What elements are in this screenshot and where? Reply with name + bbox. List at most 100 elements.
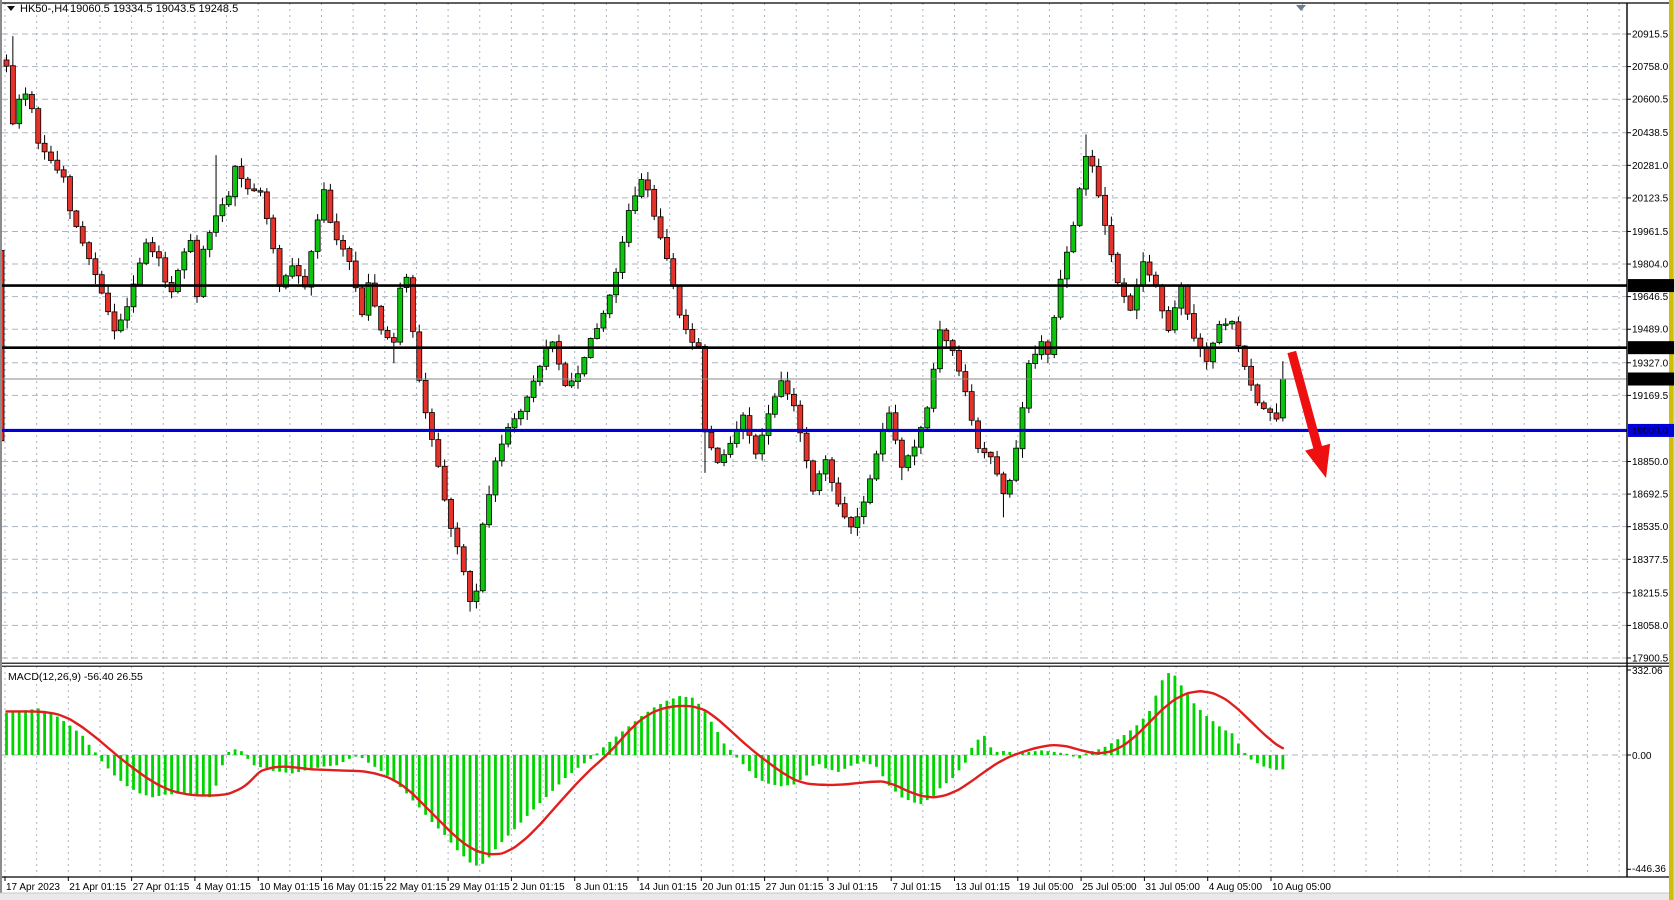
candle-bull	[1064, 252, 1069, 279]
status-strip	[0, 893, 1675, 900]
candle-bull	[398, 288, 403, 342]
price-tick-label: 20758.0	[1632, 62, 1669, 73]
candle-bull	[887, 413, 892, 431]
time-tick-label: 17 Apr 2023	[6, 882, 60, 893]
macd-histogram-bar	[881, 755, 884, 776]
macd-histogram-bar	[183, 755, 186, 793]
macd-histogram-bar	[532, 755, 535, 810]
candle-bull	[722, 455, 727, 463]
time-tick-label: 31 Jul 05:00	[1145, 882, 1200, 893]
price-badge-label: 19000.0	[1632, 426, 1669, 437]
macd-histogram-bar	[1053, 752, 1056, 755]
candle-bear	[4, 60, 9, 66]
macd-histogram-bar	[951, 755, 954, 778]
macd-histogram-bar	[132, 755, 135, 790]
macd-histogram-bar	[151, 755, 154, 797]
candle-bull	[1077, 189, 1082, 225]
macd-histogram-bar	[386, 755, 389, 776]
candle-bear	[1249, 366, 1254, 385]
macd-histogram-bar	[1186, 695, 1189, 755]
candle-bull	[125, 307, 130, 320]
candle-bull	[1172, 308, 1177, 330]
candle-bull	[626, 211, 631, 243]
macd-histogram-bar	[450, 755, 453, 843]
mt4-chart-window: 20915.520758.020600.520438.520281.020123…	[0, 0, 1675, 900]
candle-bear	[1128, 296, 1133, 310]
time-tick-label: 20 Jun 01:15	[702, 882, 760, 893]
macd-histogram-bar	[1167, 673, 1170, 755]
macd-axis-min: -446.36	[1632, 864, 1666, 875]
candle-bear	[1147, 262, 1152, 275]
candle-bear	[747, 416, 752, 436]
candle-bear	[385, 330, 390, 337]
candle-bull	[614, 272, 619, 294]
candle-bull	[207, 233, 212, 250]
candle-bear	[1236, 322, 1241, 346]
candle-bear	[1255, 385, 1260, 403]
macd-histogram-bar	[526, 755, 529, 816]
candle-bear	[1115, 254, 1120, 282]
candle-bear	[1001, 474, 1006, 494]
quote-line: HK50-,H4 19060.5 19334.5 19043.5 19248.5	[7, 3, 238, 15]
macd-histogram-bar	[558, 755, 561, 784]
candle-bear	[417, 332, 422, 380]
candle-bear	[563, 364, 568, 386]
macd-histogram-bar	[56, 717, 59, 755]
candle-bear	[753, 436, 758, 454]
candle-bear	[442, 466, 447, 500]
candle-bull	[499, 444, 504, 461]
macd-histogram-bar	[380, 755, 383, 771]
candle-bear	[239, 166, 244, 178]
candle-bull	[1230, 322, 1235, 324]
candle-bear	[810, 461, 815, 491]
macd-histogram-bar	[862, 755, 865, 762]
candle-bear	[245, 179, 250, 189]
candle-bear	[277, 249, 282, 287]
macd-histogram-bar	[805, 755, 808, 775]
macd-histogram-bar	[443, 755, 446, 835]
chart-canvas[interactable]: 20915.520758.020600.520438.520281.020123…	[0, 0, 1675, 900]
candle-bull	[1014, 448, 1019, 480]
candle-bull	[582, 358, 587, 374]
candle-bull	[182, 252, 187, 270]
candle-bull	[315, 220, 320, 251]
symbol-dropdown-triangle-icon[interactable]	[7, 6, 15, 11]
candle-bear	[455, 528, 460, 547]
candle-bear	[353, 261, 358, 288]
macd-histogram-bar	[265, 755, 268, 769]
arrow-head[interactable]	[1305, 444, 1330, 478]
candle-bear	[296, 265, 301, 275]
candle-bear	[80, 227, 85, 243]
candle-bull	[1052, 318, 1057, 355]
candle-bear	[334, 222, 339, 240]
macd-histogram-bar	[1148, 711, 1151, 755]
candle-bear	[791, 394, 796, 405]
macd-histogram-bar	[335, 755, 338, 765]
macd-histogram-bar	[177, 755, 180, 794]
candle-bear	[798, 405, 803, 433]
macd-histogram-bar	[5, 713, 8, 755]
macd-histogram-bar	[354, 755, 357, 757]
candle-bear	[264, 192, 269, 219]
candle-bear	[988, 452, 993, 457]
macd-histogram-bar	[824, 755, 827, 768]
candle-bear	[893, 413, 898, 440]
macd-histogram-bar	[596, 753, 599, 755]
candle-bull	[861, 502, 866, 517]
macd-histogram-bar	[602, 747, 605, 755]
time-tick-label: 10 Aug 05:00	[1272, 882, 1331, 893]
candles[interactable]	[0, 36, 1285, 611]
horizontal-level-lines[interactable]	[2, 286, 1627, 431]
arrow-shaft[interactable]	[1292, 352, 1320, 456]
candle-bull	[175, 270, 180, 291]
candle-bull	[1007, 480, 1012, 494]
macd-histogram-bar	[500, 755, 503, 842]
candle-bear	[703, 346, 708, 431]
candle-bear	[995, 457, 1000, 474]
window-right-edge-gold[interactable]	[1669, 0, 1674, 900]
price-tick-label: 18850.0	[1632, 457, 1669, 468]
macd-histogram-bar	[285, 755, 288, 773]
trend-arrow[interactable]	[1292, 352, 1330, 478]
macd-histogram-bar	[361, 755, 364, 758]
candle-bear	[68, 177, 73, 211]
